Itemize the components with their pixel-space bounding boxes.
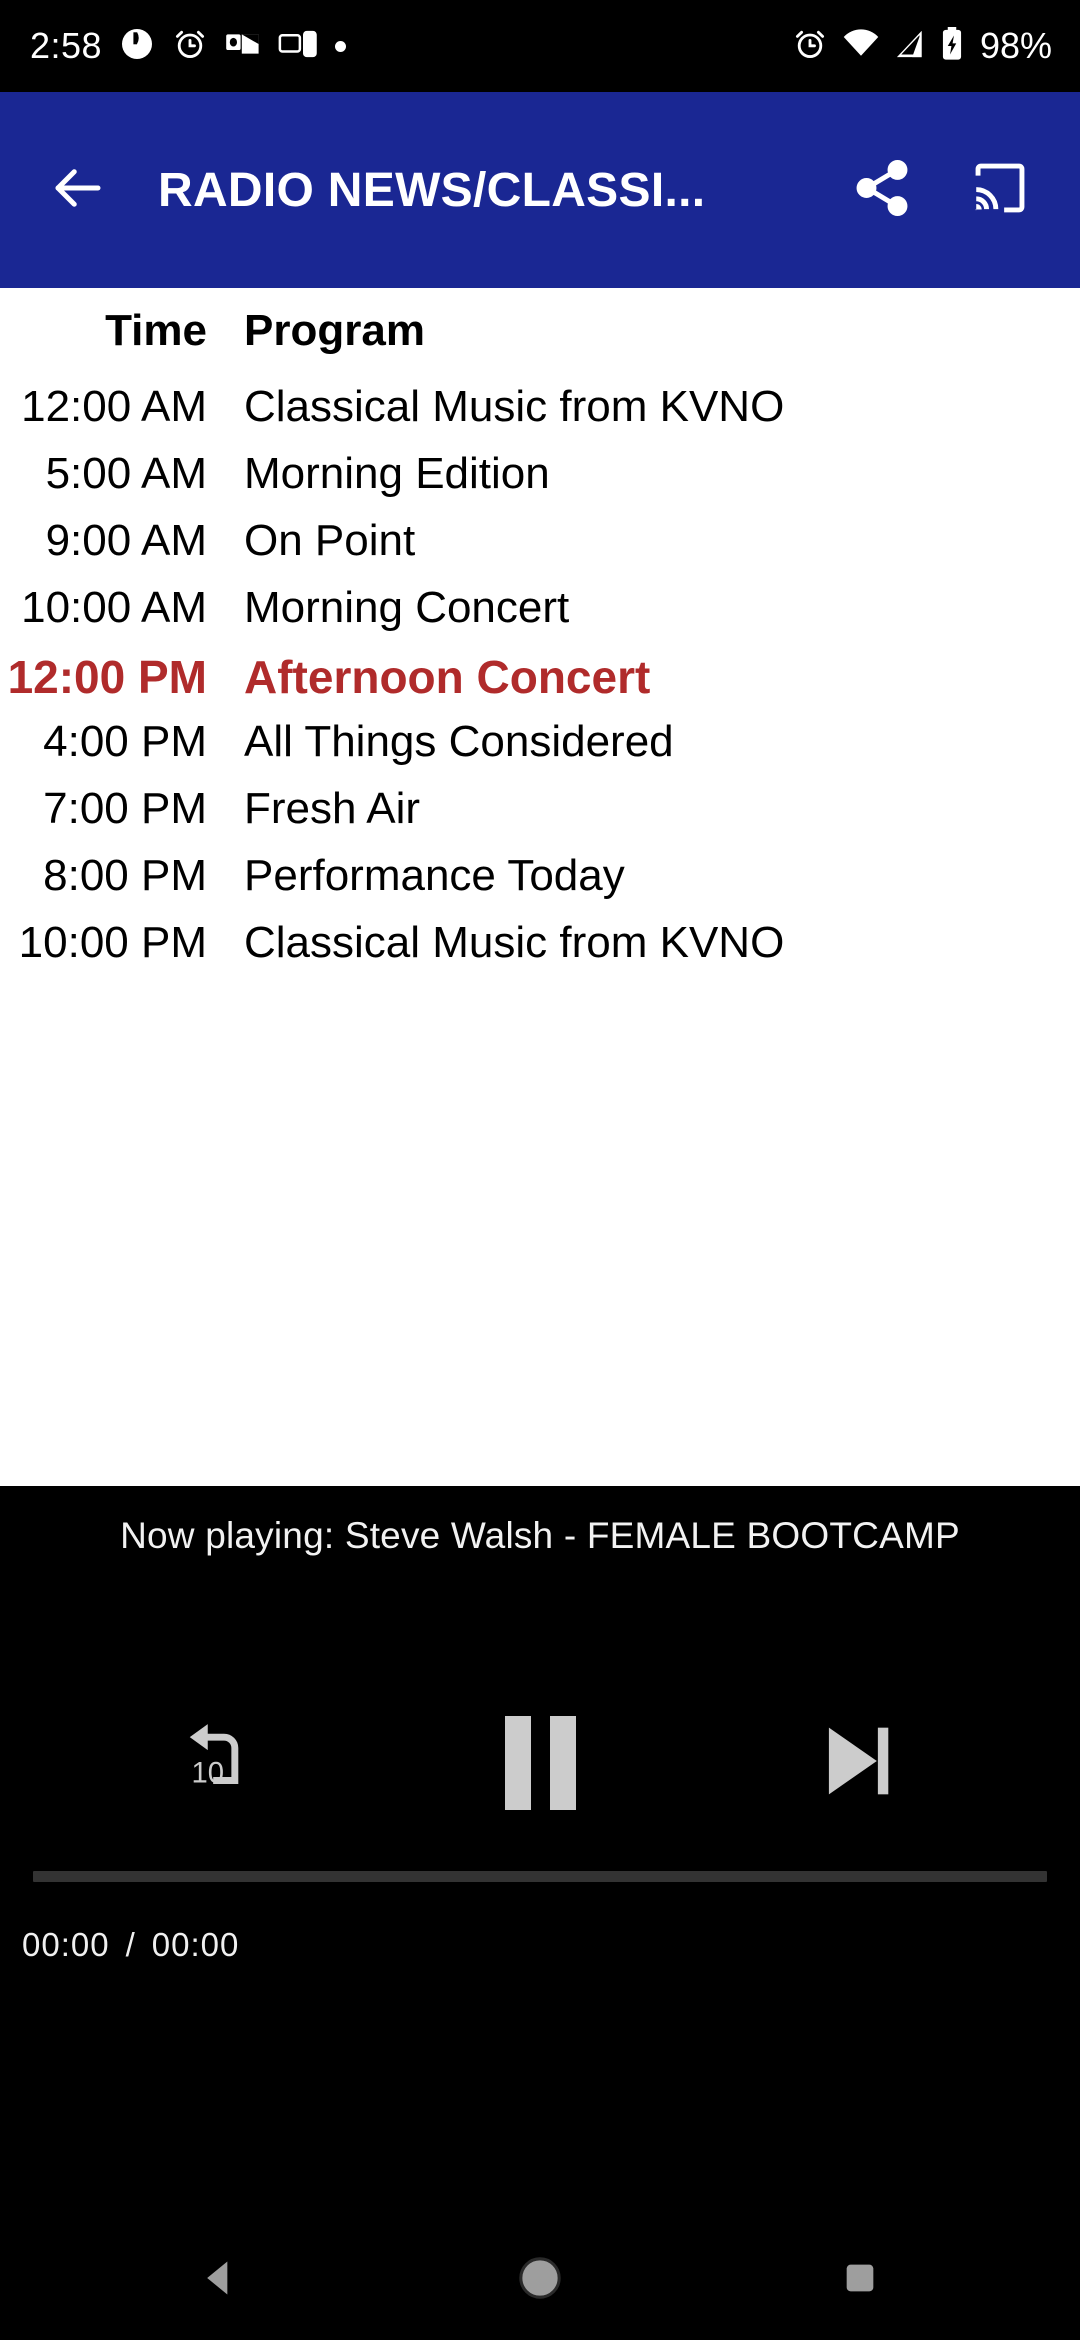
table-row[interactable]: 10:00 AM Morning Concert [0, 583, 784, 650]
svg-text:10: 10 [192, 1757, 225, 1789]
table-row[interactable]: 12:00 PM Afternoon Concert [0, 650, 784, 717]
time-separator: / [125, 1926, 136, 1963]
row-time: 8:00 PM [43, 851, 207, 900]
total-time: 00:00 [151, 1926, 240, 1963]
row-time: 10:00 AM [21, 583, 207, 632]
schedule-table: Time Program 12:00 AM Classical Music fro… [0, 306, 785, 985]
cast-button[interactable] [954, 144, 1046, 236]
row-program: Morning Concert [244, 583, 570, 632]
row-time: 12:00 PM [7, 651, 207, 703]
table-row[interactable]: 12:00 AM Classical Music from KVNO [0, 382, 784, 449]
row-time: 7:00 PM [43, 784, 207, 833]
back-button[interactable] [30, 142, 126, 238]
row-program: Classical Music from KVNO [244, 382, 785, 431]
schedule-table-head: Time Program [0, 306, 784, 382]
nav-home-button[interactable] [470, 2230, 610, 2330]
player-panel: Now playing: Steve Walsh - FEMALE BOOTCA… [0, 1486, 1080, 2220]
table-row[interactable]: 9:00 AM On Point [0, 516, 784, 583]
row-program: Morning Edition [244, 449, 550, 498]
status-bar-right-group: 98% [792, 26, 1052, 67]
back-arrow-icon [48, 158, 108, 223]
battery-charging-icon [940, 26, 964, 66]
row-time: 5:00 AM [45, 449, 207, 498]
share-icon [851, 157, 913, 224]
nav-recents-button[interactable] [790, 2230, 930, 2330]
transport-controls: 10 [0, 1708, 1080, 1818]
status-clock: 2:58 [30, 25, 103, 66]
row-program: Performance Today [244, 851, 625, 900]
status-bar: 2:58 98% [0, 0, 1080, 92]
column-header-program: Program [244, 306, 425, 355]
navigation-bar [0, 2220, 1080, 2340]
signal-icon [894, 29, 926, 64]
share-button[interactable] [836, 144, 928, 236]
skip-next-icon [806, 1711, 906, 1816]
battery-percent-label: 98% [979, 25, 1052, 66]
cast-device-icon [278, 29, 318, 64]
page-title: RADIO NEWS/CLASSI... [158, 163, 706, 217]
table-header-row: Time Program [0, 306, 784, 382]
cast-icon [969, 157, 1031, 224]
seek-bar[interactable] [33, 1871, 1047, 1882]
status-bar-left-group: 2:58 [30, 25, 347, 67]
app-bar: RADIO NEWS/CLASSI... [0, 92, 1080, 288]
row-program: Fresh Air [244, 784, 421, 833]
more-dot-icon [335, 40, 347, 52]
table-row[interactable]: 10:00 PM Classical Music from KVNO [0, 918, 785, 985]
row-time: 9:00 AM [45, 516, 207, 565]
schedule-panel: Time Program 12:00 AM Classical Music fro… [0, 288, 1080, 1486]
table-row[interactable]: 5:00 AM Morning Edition [0, 449, 784, 516]
rewind-10-button[interactable]: 10 [169, 1708, 279, 1818]
table-row[interactable]: 8:00 PM Performance Today [0, 851, 784, 918]
row-program: On Point [244, 516, 416, 565]
alarm-clock-icon [172, 26, 208, 67]
pie-timer-icon [119, 26, 155, 67]
column-header-time: Time [105, 306, 207, 355]
outlook-mail-icon [225, 29, 261, 64]
replay-10-icon: 10 [172, 1709, 276, 1818]
table-row[interactable]: 7:00 PM Fresh Air [0, 784, 784, 851]
time-display: 00:00 / 00:00 [22, 1926, 239, 1964]
row-time: 4:00 PM [43, 717, 207, 766]
phone-screen: 2:58 98% RADIO NEWS/CLASSI... Time Progr… [0, 0, 1080, 2340]
alarm-clock-icon [792, 26, 828, 67]
nav-back-button[interactable] [150, 2230, 290, 2330]
row-time: 12:00 AM [21, 382, 207, 431]
wifi-icon [842, 28, 880, 64]
pause-icon-bar-2 [549, 1716, 576, 1810]
now-playing-label: Now playing: Steve Walsh - FEMALE BOOTCA… [120, 1515, 960, 1556]
nav-back-triangle-icon [198, 2256, 242, 2305]
row-program: All Things Considered [244, 717, 674, 766]
nav-recents-square-icon [840, 2258, 880, 2303]
row-program: Afternoon Concert [244, 651, 651, 703]
pause-icon [504, 1716, 531, 1810]
skip-next-button[interactable] [801, 1708, 911, 1818]
pause-button[interactable] [485, 1708, 595, 1818]
nav-home-circle-icon [517, 2255, 563, 2306]
schedule-table-body: 12:00 AM Classical Music from KVNO 5:00 AM… [0, 382, 785, 985]
elapsed-time: 00:00 [22, 1926, 110, 1963]
table-row[interactable]: 4:00 PM All Things Considered [0, 717, 784, 784]
row-time: 10:00 PM [18, 918, 207, 967]
row-program: Classical Music from KVNO [244, 918, 785, 967]
